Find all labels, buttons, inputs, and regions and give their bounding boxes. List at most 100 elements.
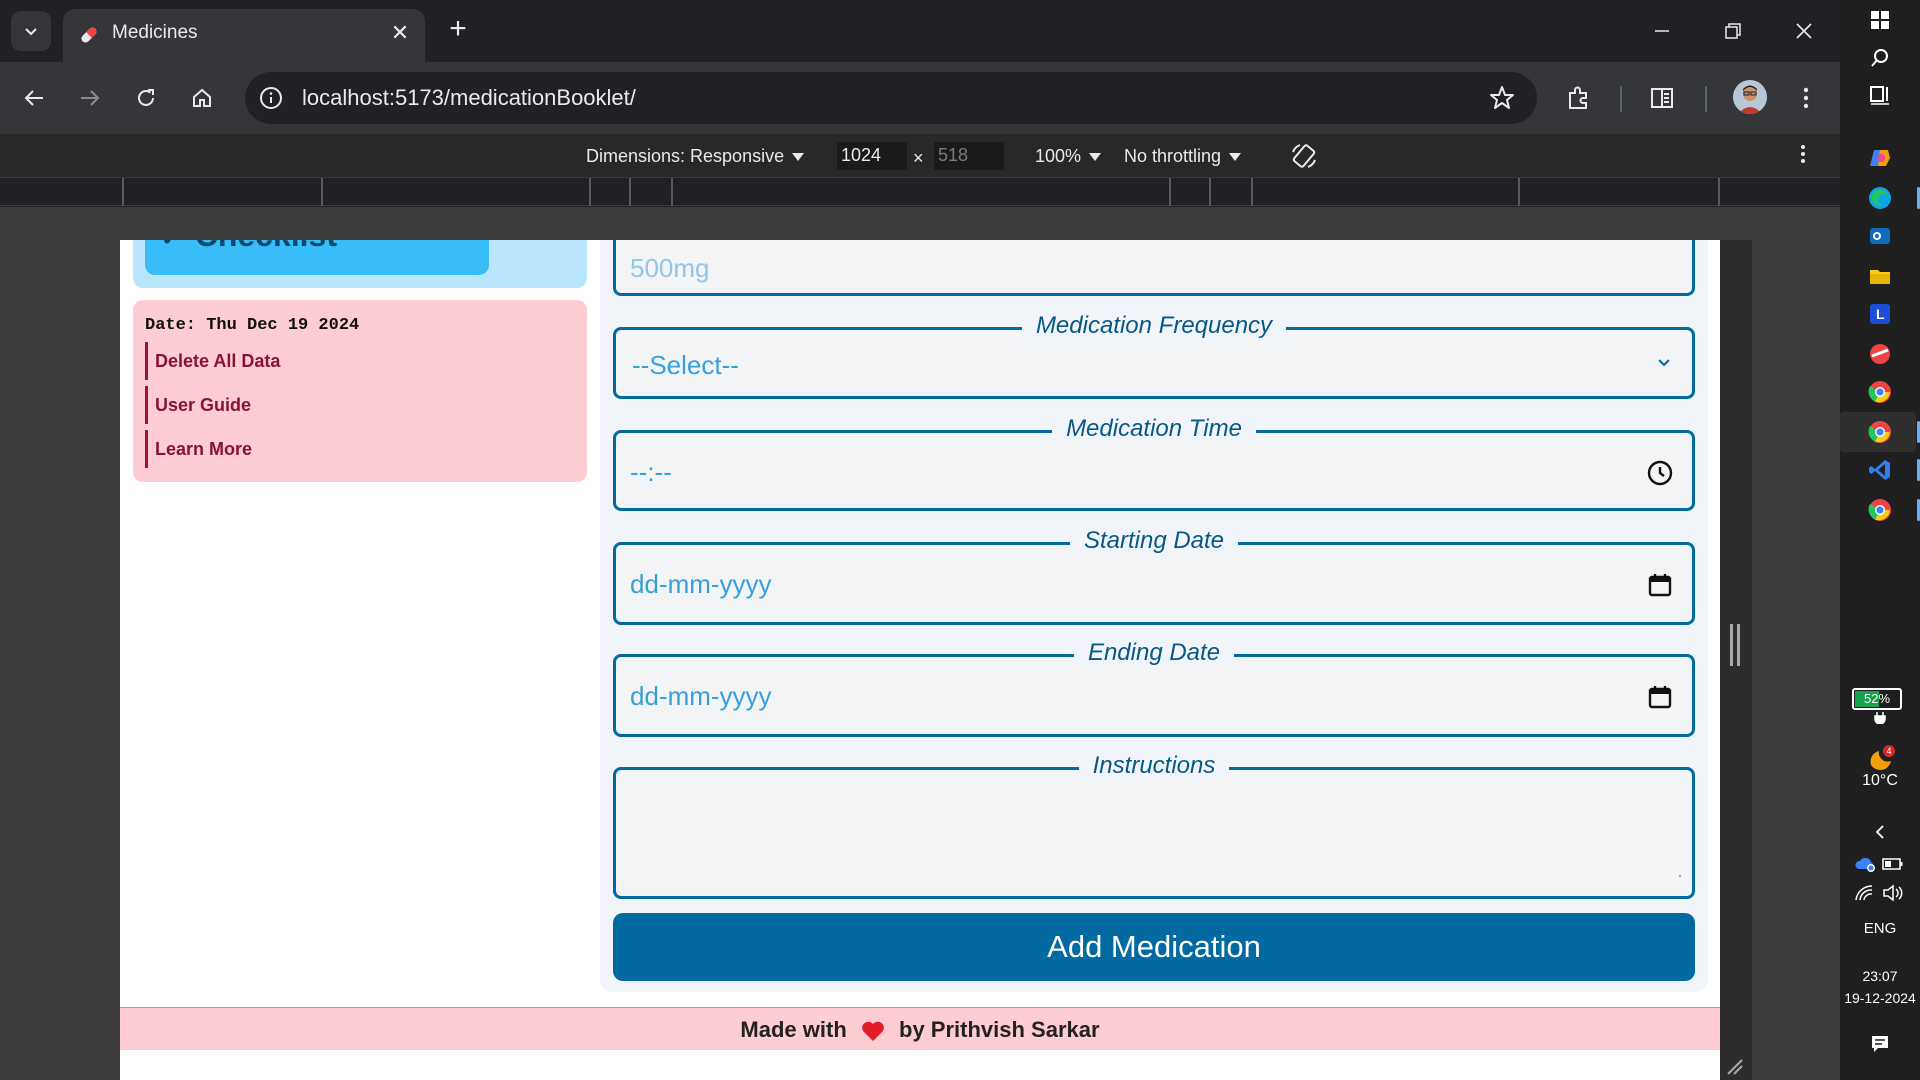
end-legend: Ending Date — [616, 639, 1692, 667]
bookmark-star-icon[interactable] — [1489, 85, 1515, 111]
page-footer: Made with by Prithvish Sarkar — [120, 1007, 1720, 1050]
browser-toolbar: localhost:5173/medicationBooklet/ — [0, 62, 1840, 134]
throttling-dropdown[interactable]: No throttling — [1124, 146, 1242, 167]
heart-icon — [862, 1021, 884, 1042]
starting-date-input[interactable]: Starting Date dd-mm-yyyy — [613, 527, 1695, 625]
learn-more-link[interactable]: Learn More — [145, 430, 252, 468]
kebab-menu-icon — [1803, 87, 1809, 109]
arrow-left-icon — [24, 90, 43, 106]
chrome-app-icon[interactable] — [1868, 380, 1892, 404]
frequency-select[interactable]: Medication Frequency --Select-- — [613, 312, 1695, 399]
frequency-selected-value: --Select-- — [632, 350, 739, 380]
l-app-icon[interactable]: L — [1868, 302, 1892, 326]
battery-percent: 52% — [1863, 691, 1891, 706]
minimize-button[interactable] — [1642, 12, 1682, 50]
browser-menu-button[interactable] — [1788, 80, 1824, 116]
tab-bar: Medicines ✕ + — [0, 0, 1840, 62]
zoom-dropdown[interactable]: 100% — [1035, 146, 1102, 167]
site-info-icon[interactable] — [259, 86, 283, 110]
dimensions-dropdown[interactable]: Dimensions: Responsive — [586, 146, 805, 167]
forward-button[interactable] — [72, 80, 108, 116]
battery-small-icon[interactable] — [1882, 857, 1904, 871]
footer-suffix: by Prithvish Sarkar — [899, 1017, 1100, 1042]
dosage-field[interactable]: 500mg — [613, 240, 1695, 296]
file-explorer-icon[interactable] — [1868, 264, 1892, 288]
minimize-icon — [1655, 30, 1669, 32]
delete-all-data-link[interactable]: Delete All Data — [145, 342, 280, 380]
kebab-menu-icon — [1801, 145, 1805, 163]
notifications-button[interactable] — [1866, 1030, 1894, 1058]
viewport-resize-handle-right[interactable] — [1730, 624, 1740, 666]
edge-app-icon[interactable] — [1868, 186, 1892, 210]
dimensions-label: Dimensions: Responsive — [586, 146, 785, 166]
tab-close-icon[interactable]: ✕ — [387, 20, 413, 46]
new-tab-button[interactable]: + — [441, 13, 475, 47]
user-guide-link[interactable]: User Guide — [145, 386, 251, 424]
reload-icon — [138, 89, 154, 106]
search-icon — [1871, 49, 1888, 67]
snipping-app-icon[interactable] — [1868, 342, 1892, 366]
copilot-app-icon[interactable] — [1868, 146, 1892, 170]
reading-list-icon — [1651, 88, 1673, 108]
tab-search-button[interactable] — [11, 11, 51, 51]
calendar-icon[interactable] — [1646, 571, 1674, 599]
chevron-down-icon — [25, 28, 37, 36]
dosage-input-value: 500mg — [630, 253, 710, 283]
charging-plug-icon — [1874, 712, 1886, 724]
tab-medicines[interactable]: Medicines ✕ — [63, 9, 425, 62]
onedrive-icon[interactable] — [1854, 855, 1876, 873]
width-input[interactable]: 1024 — [837, 142, 907, 170]
instructions-label: Instructions — [1078, 752, 1230, 779]
search-button[interactable] — [1866, 44, 1894, 72]
start-button[interactable] — [1866, 6, 1894, 34]
battery-indicator[interactable]: 52% — [1852, 688, 1902, 710]
ruler-tick — [1251, 178, 1253, 206]
windows-taskbar: L 52% 4 10°C ENG 23:07 19-12-2024 — [1840, 0, 1920, 1080]
device-toolbar-menu[interactable] — [1800, 144, 1806, 169]
checklist-card: ✓ Checklist — [133, 240, 587, 288]
ending-date-input[interactable]: Ending Date dd-mm-yyyy — [613, 639, 1695, 737]
home-button[interactable] — [184, 80, 220, 116]
volume-icon[interactable] — [1882, 884, 1904, 902]
wifi-icon[interactable] — [1854, 884, 1874, 902]
back-button[interactable] — [16, 80, 52, 116]
chrome-app-icon-2[interactable] — [1868, 498, 1892, 522]
checklist-button[interactable]: ✓ Checklist — [145, 240, 489, 275]
add-medication-button[interactable]: Add Medication — [613, 913, 1695, 981]
reload-button[interactable] — [128, 80, 164, 116]
media-query-ruler[interactable] — [0, 178, 1840, 206]
extensions-button[interactable] — [1561, 80, 1597, 116]
reading-list-button[interactable] — [1644, 80, 1680, 116]
restore-button[interactable] — [1713, 12, 1753, 50]
instructions-textarea[interactable]: Instructions — [613, 752, 1695, 899]
outlook-app-icon[interactable] — [1868, 224, 1892, 248]
close-window-button[interactable] — [1784, 12, 1824, 50]
address-bar[interactable]: localhost:5173/medicationBooklet/ — [245, 72, 1537, 124]
url-path: :5173/medicationBooklet/ — [388, 85, 636, 110]
calendar-icon[interactable] — [1646, 683, 1674, 711]
time-label: Medication Time — [1052, 415, 1256, 442]
clock-date[interactable]: 19-12-2024 — [1840, 990, 1920, 1006]
weather-widget[interactable]: 4 — [1864, 742, 1898, 776]
show-hidden-icons-button[interactable] — [1866, 818, 1894, 846]
chrome-app-icon-active[interactable] — [1868, 420, 1892, 444]
task-view-button[interactable] — [1866, 80, 1894, 108]
ruler-tick — [1169, 178, 1171, 206]
vscode-app-icon[interactable] — [1868, 458, 1892, 482]
clock-icon[interactable] — [1646, 459, 1674, 487]
profile-avatar[interactable] — [1733, 80, 1767, 114]
toolbar-separator — [1620, 86, 1622, 112]
input-language[interactable]: ENG — [1840, 920, 1920, 937]
textarea-resize-grip-icon[interactable] — [1674, 870, 1684, 880]
frequency-legend: Medication Frequency — [616, 312, 1692, 340]
restore-icon — [1725, 23, 1741, 39]
clock-time[interactable]: 23:07 — [1840, 968, 1920, 984]
medication-time-input[interactable]: Medication Time --:-- — [613, 415, 1695, 511]
rotate-button[interactable] — [1290, 142, 1318, 175]
end-date-value: dd-mm-yyyy — [630, 681, 772, 711]
pill-icon — [81, 27, 97, 43]
zoom-label: 100% — [1035, 146, 1082, 166]
height-input[interactable]: 518 — [934, 142, 1004, 170]
time-legend: Medication Time — [616, 415, 1692, 443]
resize-corner-icon[interactable] — [1726, 1058, 1744, 1076]
